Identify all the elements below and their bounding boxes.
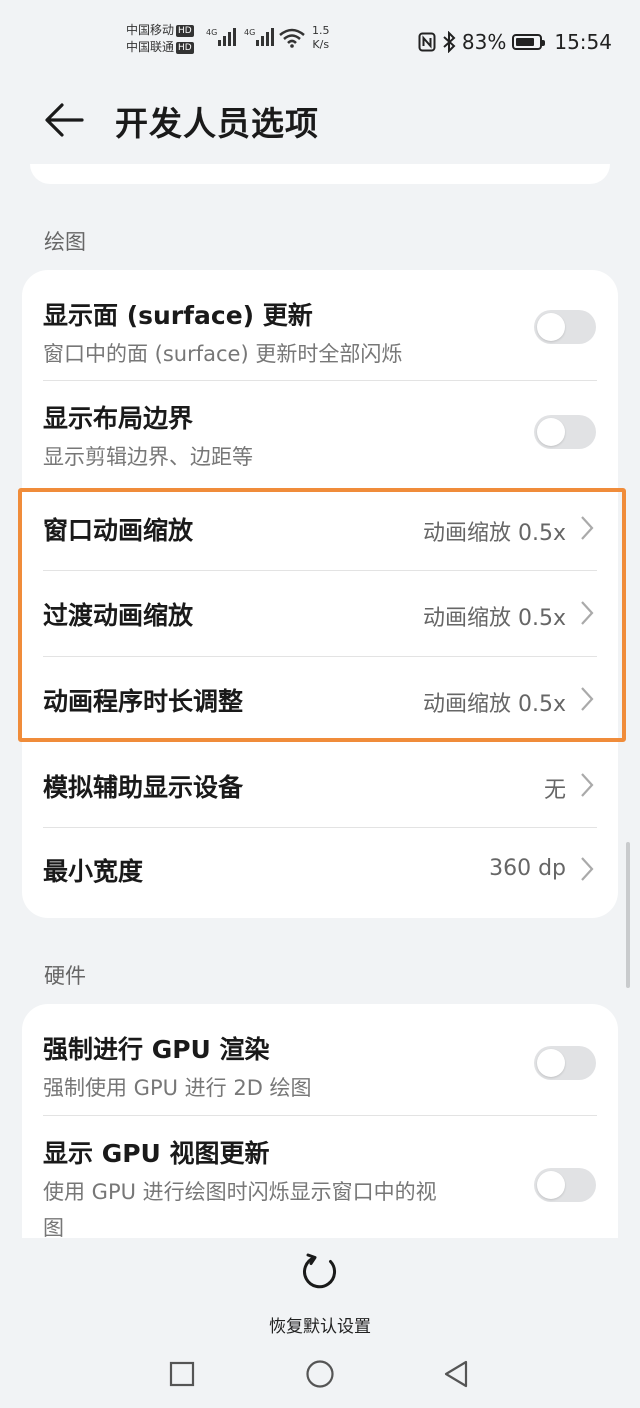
status-bar: 中国移动 HD 中国联通 HD 4G 4G 1.5 K/s 83% 15:54 xyxy=(0,0,640,82)
chevron-right-icon xyxy=(581,857,594,881)
toggle-knob xyxy=(537,418,565,446)
setting-title: 模拟辅助显示设备 xyxy=(43,773,244,802)
setting-title: 显示布局边界 xyxy=(43,404,194,433)
show-surface-updates-toggle[interactable] xyxy=(534,310,596,344)
home-button[interactable] xyxy=(296,1350,344,1398)
back-arrow-icon xyxy=(45,103,84,137)
back-button[interactable] xyxy=(40,96,88,144)
setting-subtitle: 强制使用 GPU 进行 2D 绘图 xyxy=(43,1076,312,1100)
drawing-settings-card: 显示面 (surface) 更新 窗口中的面 (surface) 更新时全部闪烁… xyxy=(22,270,618,918)
carrier-1: 中国移动 xyxy=(126,23,175,37)
setting-title: 过渡动画缩放 xyxy=(43,601,194,630)
setting-title: 动画程序时长调整 xyxy=(43,687,244,716)
smallest-width-row[interactable]: 最小宽度 360 dp xyxy=(22,828,618,918)
window-animation-scale-row[interactable]: 窗口动画缩放 动画缩放 0.5x xyxy=(22,485,618,570)
hd-badge: HD xyxy=(176,42,194,54)
signal-icon: 4G xyxy=(244,28,274,46)
toggle-knob xyxy=(537,313,565,341)
restore-defaults-label: 恢复默认设置 xyxy=(269,1317,371,1337)
setting-subtitle: 显示剪辑边界、边距等 xyxy=(43,445,253,469)
simulate-secondary-displays-row[interactable]: 模拟辅助显示设备 无 xyxy=(22,742,618,827)
circle-icon xyxy=(306,1360,334,1388)
network-type-2: 4G xyxy=(244,28,255,37)
setting-value: 动画缩放 0.5x xyxy=(422,521,566,546)
show-layout-bounds-toggle[interactable] xyxy=(534,415,596,449)
wifi-icon xyxy=(279,28,305,48)
force-gpu-rendering-toggle[interactable] xyxy=(534,1046,596,1080)
restore-defaults-button[interactable]: 恢复默认设置 xyxy=(250,1252,390,1342)
chevron-right-icon xyxy=(581,601,594,625)
section-label-drawing: 绘图 xyxy=(44,230,86,254)
signal-icon: 4G xyxy=(206,28,236,46)
setting-value: 动画缩放 0.5x xyxy=(422,606,566,631)
network-speed: 1.5 K/s xyxy=(312,24,330,52)
setting-value: 无 xyxy=(543,778,566,803)
transition-animation-scale-row[interactable]: 过渡动画缩放 动画缩放 0.5x xyxy=(22,571,618,656)
setting-title: 显示 GPU 视图更新 xyxy=(43,1139,270,1168)
nav-back-button[interactable] xyxy=(432,1350,480,1398)
previous-card-bottom xyxy=(30,164,610,184)
animator-duration-scale-row[interactable]: 动画程序时长调整 动画缩放 0.5x xyxy=(22,657,618,742)
force-gpu-rendering-row[interactable]: 强制进行 GPU 渲染 强制使用 GPU 进行 2D 绘图 xyxy=(22,1004,618,1114)
chevron-right-icon xyxy=(581,773,594,797)
battery-icon xyxy=(512,34,546,50)
carrier-2: 中国联通 xyxy=(126,40,175,54)
square-icon xyxy=(169,1361,195,1387)
setting-title: 最小宽度 xyxy=(43,857,144,886)
hardware-settings-card: 强制进行 GPU 渲染 强制使用 GPU 进行 2D 绘图 显示 GPU 视图更… xyxy=(22,1004,618,1274)
network-type-1: 4G xyxy=(206,28,217,37)
refresh-icon xyxy=(303,1253,336,1289)
setting-title: 显示面 (surface) 更新 xyxy=(43,301,313,330)
scrollbar[interactable] xyxy=(626,842,630,988)
page-title: 开发人员选项 xyxy=(115,104,319,143)
speed-unit: K/s xyxy=(312,38,330,51)
chevron-right-icon xyxy=(581,687,594,711)
setting-value: 360 dp xyxy=(489,856,566,881)
show-surface-updates-row[interactable]: 显示面 (surface) 更新 窗口中的面 (surface) 更新时全部闪烁 xyxy=(22,270,618,380)
setting-subtitle: 窗口中的面 (surface) 更新时全部闪烁 xyxy=(43,342,403,366)
show-layout-bounds-row[interactable]: 显示布局边界 显示剪辑边界、边距等 xyxy=(22,381,618,485)
nfc-icon xyxy=(418,32,436,52)
carrier-info: 中国移动 HD 中国联通 HD xyxy=(126,22,194,56)
clock: 15:54 xyxy=(554,30,612,54)
battery-percent: 83% xyxy=(461,30,507,54)
toggle-knob xyxy=(537,1049,565,1077)
speed-value: 1.5 xyxy=(312,24,330,37)
recents-button[interactable] xyxy=(158,1350,206,1398)
app-bar: 开发人员选项 xyxy=(0,82,640,162)
show-gpu-view-updates-toggle[interactable] xyxy=(534,1168,596,1202)
toggle-knob xyxy=(537,1171,565,1199)
setting-subtitle: 使用 GPU 进行绘图时闪烁显示窗口中的视 xyxy=(43,1180,437,1204)
triangle-back-icon xyxy=(444,1360,468,1388)
chevron-right-icon xyxy=(581,516,594,540)
setting-title: 强制进行 GPU 渲染 xyxy=(43,1035,270,1064)
bluetooth-icon xyxy=(443,31,456,53)
system-navigation-bar xyxy=(0,1340,640,1408)
setting-value: 动画缩放 0.5x xyxy=(422,692,566,717)
status-right: 83% 15:54 xyxy=(418,30,612,54)
setting-title: 窗口动画缩放 xyxy=(43,516,194,545)
section-label-hardware: 硬件 xyxy=(44,964,86,988)
hd-badge: HD xyxy=(176,25,194,37)
